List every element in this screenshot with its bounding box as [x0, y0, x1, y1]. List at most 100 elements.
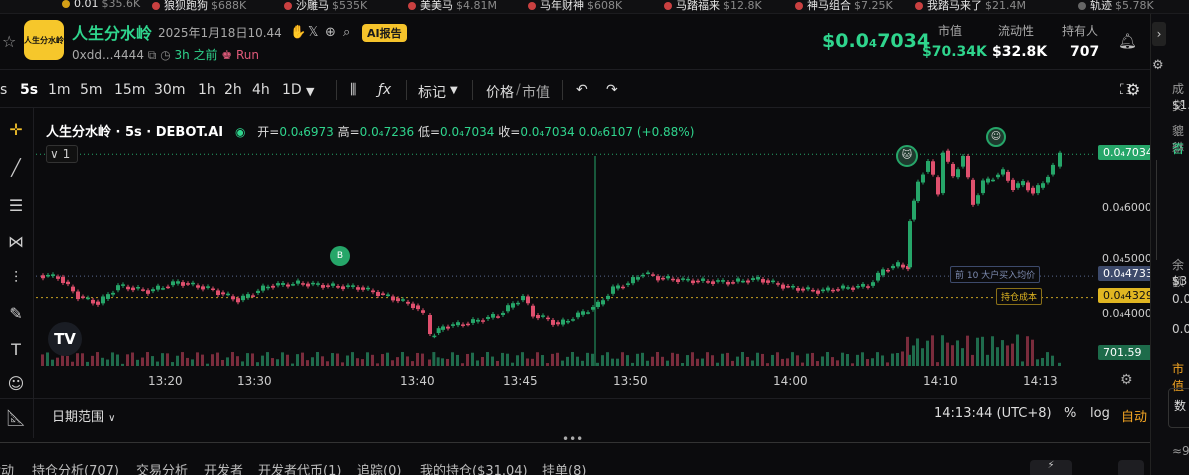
- candle-body: [1058, 152, 1062, 167]
- crosshair-icon[interactable]: ✛: [4, 120, 28, 139]
- indicator-fx-icon[interactable]: ƒx: [378, 82, 391, 98]
- chart-settings-icon[interactable]: ⚙: [1126, 80, 1140, 99]
- interval-5m[interactable]: 5m: [80, 82, 103, 98]
- avatar-marker-icon[interactable]: ☺: [986, 127, 1006, 147]
- buy-marker[interactable]: B: [330, 246, 350, 266]
- ticker-item[interactable]: 我踏马来了 $21.4M: [915, 0, 1026, 13]
- interval-dropdown-icon[interactable]: ▼: [306, 85, 314, 98]
- text-icon[interactable]: T: [4, 340, 28, 359]
- candle-type-icon[interactable]: ⫼: [350, 82, 356, 98]
- candle-body: [326, 285, 330, 287]
- emoji-icon[interactable]: ☺: [4, 374, 28, 393]
- interval-30m[interactable]: 30m: [154, 82, 185, 98]
- favorite-star-icon[interactable]: ☆: [2, 32, 16, 51]
- ticker-item[interactable]: 马年财神 $608K: [528, 0, 622, 13]
- sidebar-input-label: 数: [1174, 399, 1187, 413]
- volume-bar: [311, 357, 314, 366]
- tab-item[interactable]: 开发者: [204, 460, 243, 475]
- candle-body: [566, 320, 570, 323]
- interval-4h[interactable]: 4h: [252, 82, 270, 98]
- ai-report-badge[interactable]: AI报告: [362, 24, 407, 42]
- indicator-collapse[interactable]: ∨ 1: [46, 145, 78, 163]
- percent-toggle[interactable]: %: [1064, 406, 1076, 421]
- tab-item[interactable]: 持仓分析(707): [32, 460, 119, 475]
- tradingview-logo: TV: [48, 322, 82, 356]
- undo-icon[interactable]: ↶: [576, 82, 588, 98]
- candle-body: [891, 265, 895, 269]
- token-address[interactable]: 0xdd...4444: [72, 48, 144, 62]
- volume-bar: [696, 358, 699, 366]
- candle-body: [91, 299, 95, 304]
- volume-bar: [791, 352, 794, 366]
- holders-label: 持有人: [1062, 24, 1099, 38]
- volume-bar: [381, 354, 384, 366]
- x-twitter-icon[interactable]: 𝕏: [308, 25, 318, 40]
- tab-item[interactable]: 活动: [0, 460, 14, 475]
- brush-icon[interactable]: ✎: [4, 304, 28, 323]
- ticker-item[interactable]: 轨迹 $5.78K: [1078, 0, 1154, 13]
- interval-1h[interactable]: 1h: [198, 82, 216, 98]
- copy-icon[interactable]: ⧉: [148, 48, 157, 62]
- bell-icon[interactable]: 🔔︎: [1118, 32, 1137, 50]
- ticker-item[interactable]: 美美马 $4.81M: [408, 0, 497, 13]
- candle-body: [226, 293, 230, 296]
- mcap-toggle[interactable]: 市值: [522, 82, 550, 102]
- redo-icon[interactable]: ↷: [606, 82, 618, 98]
- ticker-item[interactable]: 狼狈跑狗 $688K: [152, 0, 246, 13]
- date-range-button[interactable]: 日期范围 ∨: [52, 406, 115, 425]
- interval-2h[interactable]: 2h: [224, 82, 242, 98]
- candle-body: [941, 152, 945, 194]
- volume-bar: [536, 352, 539, 366]
- volume-bar: [406, 356, 409, 366]
- volume-bar: [591, 353, 594, 366]
- auto-toggle[interactable]: 自动: [1121, 406, 1147, 425]
- volume-bar: [346, 355, 349, 366]
- visibility-eye-icon[interactable]: ◉: [235, 125, 245, 139]
- mark-dropdown-icon[interactable]: ▼: [450, 85, 458, 96]
- volume-bar: [846, 354, 849, 366]
- candle-body: [671, 278, 675, 281]
- quick-buy-button[interactable]: ⚡: [1030, 460, 1072, 475]
- interval-15m[interactable]: 15m: [114, 82, 145, 98]
- hlines-icon[interactable]: ☰: [4, 196, 28, 215]
- mark-button[interactable]: 标记: [418, 82, 446, 102]
- volume-bar: [681, 362, 684, 366]
- log-toggle[interactable]: log: [1090, 406, 1110, 421]
- interval-1D[interactable]: 1D: [282, 82, 302, 98]
- sidebar-input[interactable]: 数: [1168, 388, 1189, 428]
- tab-item[interactable]: 挂单(8): [542, 460, 586, 475]
- panel-toggle[interactable]: [1118, 460, 1144, 475]
- ticker-name: 沙雕马: [296, 0, 329, 12]
- volume-bar: [991, 336, 994, 366]
- tab-item[interactable]: 开发者代币(1): [258, 460, 341, 475]
- close-value: 0.0₄7034: [520, 125, 575, 139]
- tab-item[interactable]: 追踪(0): [357, 460, 401, 475]
- price-toggle[interactable]: 价格: [486, 82, 514, 102]
- fib-icon[interactable]: ⫶: [4, 268, 28, 288]
- pattern-icon[interactable]: ⋈: [4, 232, 28, 251]
- search-icon[interactable]: ⌕: [343, 25, 350, 40]
- candle-body: [406, 301, 410, 304]
- expand-sidebar-icon[interactable]: ›: [1152, 22, 1166, 46]
- trendline-icon[interactable]: ╱: [4, 158, 28, 177]
- ticker-item[interactable]: 沙雕马 $535K: [284, 0, 367, 13]
- axis-settings-icon[interactable]: ⚙: [1120, 372, 1133, 388]
- candle-body: [921, 174, 925, 183]
- interval-s[interactable]: s: [0, 82, 7, 98]
- interval-5s[interactable]: 5s: [20, 82, 38, 98]
- interval-1m[interactable]: 1m: [48, 82, 71, 98]
- globe-icon[interactable]: ⊕: [325, 25, 336, 40]
- tab-item[interactable]: 我的持仓($31.04): [420, 460, 528, 475]
- volume-bar: [1016, 334, 1019, 366]
- ticker-item[interactable]: 神马组合 $7.25K: [795, 0, 893, 13]
- ticker-item[interactable]: 0.01 $35.6K: [62, 0, 140, 10]
- candle-body: [176, 281, 180, 284]
- avatar-marker-icon[interactable]: 🐱︎: [896, 145, 918, 167]
- resize-handle[interactable]: •••: [562, 432, 583, 446]
- sidebar-settings-icon[interactable]: ⚙: [1152, 58, 1164, 73]
- price-chart[interactable]: [36, 108, 1148, 398]
- hand-icon[interactable]: ✋: [290, 25, 306, 40]
- tab-item[interactable]: 交易分析: [136, 460, 188, 475]
- ticker-item[interactable]: 马踏福来 $12.8K: [664, 0, 762, 13]
- ticker-token-icon: [408, 2, 416, 10]
